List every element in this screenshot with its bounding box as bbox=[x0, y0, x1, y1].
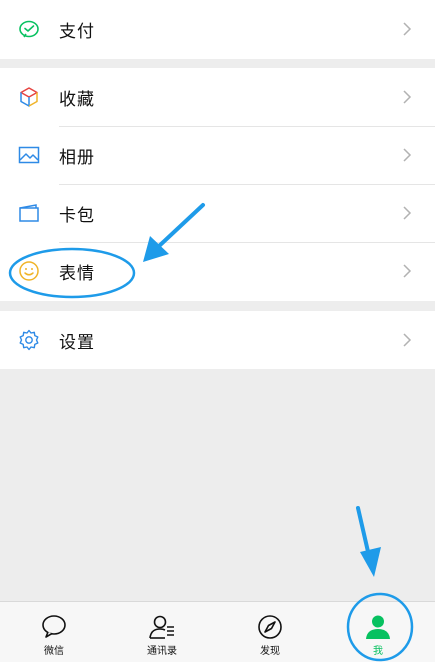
chevron-right-icon bbox=[399, 89, 415, 105]
menu-item-label: 卡包 bbox=[59, 205, 95, 226]
contacts-icon bbox=[147, 612, 177, 642]
settings-group: 设置 bbox=[0, 311, 435, 369]
tab-me[interactable]: 我 bbox=[333, 602, 423, 662]
chevron-right-icon bbox=[399, 263, 415, 279]
sticker-smiley-icon bbox=[17, 259, 41, 283]
menu-item-label: 收藏 bbox=[59, 89, 95, 110]
tab-chats[interactable]: 微信 bbox=[9, 602, 99, 662]
wechat-pay-icon bbox=[17, 17, 41, 41]
chevron-right-icon bbox=[399, 332, 415, 348]
menu-item-album[interactable]: 相册 bbox=[0, 126, 435, 184]
card-wallet-icon bbox=[17, 201, 41, 225]
menu-item-label: 相册 bbox=[59, 147, 95, 168]
tab-contacts[interactable]: 通讯录 bbox=[117, 602, 207, 662]
me-tab-arrow bbox=[356, 506, 381, 577]
menu-item-label: 表情 bbox=[59, 263, 95, 284]
menu-item-stickers[interactable]: 表情 bbox=[0, 242, 435, 300]
menu-item-favorites[interactable]: 收藏 bbox=[0, 68, 435, 126]
album-photo-icon bbox=[17, 143, 41, 167]
chat-bubble-icon bbox=[39, 612, 69, 642]
menu-item-settings[interactable]: 设置 bbox=[0, 311, 435, 369]
bottom-tab-bar: 微信 通讯录 发现 我 bbox=[0, 601, 435, 662]
pay-group: 支付 bbox=[0, 0, 435, 59]
settings-gear-icon bbox=[17, 328, 41, 352]
chevron-right-icon bbox=[399, 21, 415, 37]
menu-item-label: 支付 bbox=[59, 21, 95, 42]
tab-label: 通讯录 bbox=[147, 646, 177, 657]
menu-item-pay[interactable]: 支付 bbox=[0, 0, 435, 58]
tab-label: 发现 bbox=[260, 646, 280, 657]
menu-item-label: 设置 bbox=[59, 332, 95, 353]
tab-label: 我 bbox=[373, 646, 383, 657]
chevron-right-icon bbox=[399, 205, 415, 221]
compass-icon bbox=[255, 612, 285, 642]
chevron-right-icon bbox=[399, 147, 415, 163]
favorites-cube-icon bbox=[17, 85, 41, 109]
collections-group: 收藏 相册 卡包 表情 bbox=[0, 68, 435, 301]
tab-label: 微信 bbox=[44, 646, 64, 657]
menu-item-cards[interactable]: 卡包 bbox=[0, 184, 435, 242]
tab-discover[interactable]: 发现 bbox=[225, 602, 315, 662]
me-person-icon bbox=[363, 612, 393, 642]
